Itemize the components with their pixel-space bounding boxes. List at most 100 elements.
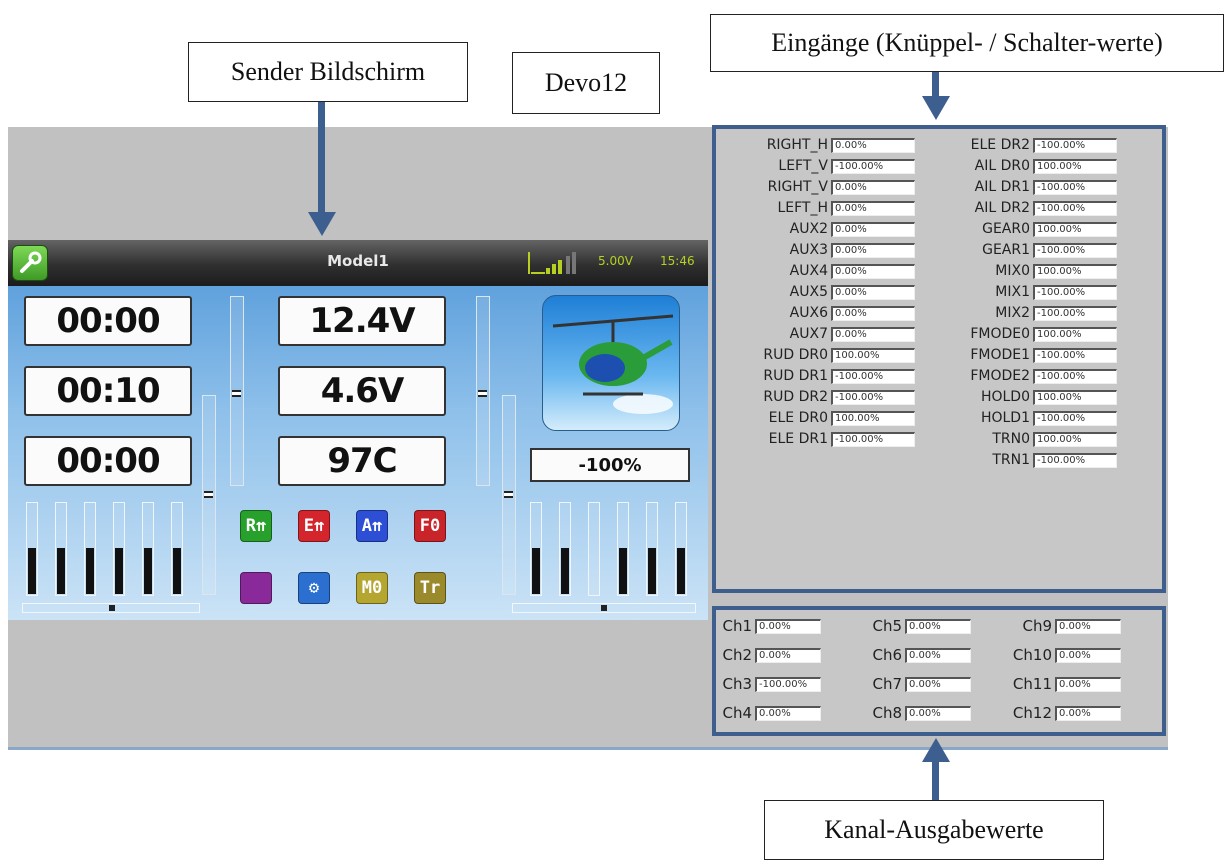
input-row: GEAR0 100.00% — [930, 219, 1117, 239]
battery-voltage: 5.00V — [598, 254, 633, 268]
right-channel-bar-2 — [559, 502, 571, 596]
callout-channel-outputs: Kanal-Ausgabewerte — [764, 800, 1104, 860]
left-channel-bar-3 — [84, 502, 96, 596]
flight-mode-toggle[interactable]: F0 — [414, 510, 446, 542]
callout-sender-screen: Sender Bildschirm — [188, 42, 468, 102]
arrow-inputs-line — [932, 72, 939, 98]
channel-value: 0.00% — [905, 705, 971, 721]
channel-row: Ch7 0.00% — [864, 674, 971, 694]
input-value: -100.00% — [1033, 452, 1117, 468]
input-row: ELE DR2 -100.00% — [930, 135, 1117, 155]
input-label: HOLD0 — [980, 389, 1030, 405]
input-row: GEAR1 -100.00% — [930, 240, 1117, 260]
channel-row: Ch9 0.00% — [1004, 616, 1121, 636]
callout-device-model: Devo12 — [512, 52, 660, 114]
right-channel-bar-fill — [532, 548, 540, 594]
trim-slider-left-outer[interactable] — [202, 395, 216, 595]
left-channel-bar-fill — [173, 548, 181, 594]
input-row: AIL DR1 -100.00% — [930, 177, 1117, 197]
telemetry-voltage-2[interactable]: 4.6V — [278, 366, 446, 416]
channel-row: Ch2 0.00% — [718, 645, 821, 665]
right-channel-bar-3 — [588, 502, 600, 596]
arrow-outputs-head — [922, 738, 950, 762]
input-value: -100.00% — [1033, 137, 1117, 153]
input-row: RUD DR1 -100.00% — [718, 366, 915, 386]
input-value: -100.00% — [1033, 200, 1117, 216]
input-label: RUD DR1 — [763, 368, 828, 384]
right-channel-bar-fill — [677, 548, 685, 594]
channel-value: 0.00% — [1055, 705, 1121, 721]
left-channel-bar-fill — [115, 548, 123, 594]
left-channel-bar-fill — [28, 548, 36, 594]
throttle-percent[interactable]: -100% — [530, 448, 690, 482]
input-row: AUX5 0.00% — [718, 282, 915, 302]
callout-inputs: Eingänge (Knüppel- / Schalter-werte) — [710, 14, 1224, 72]
input-value: 100.00% — [1033, 221, 1117, 237]
trim-slider-right-horizontal[interactable] — [512, 603, 696, 613]
device-screen: Model1 5.00V 15:46 00:00 00:10 00:00 12.… — [8, 240, 708, 620]
trainer-toggle[interactable]: Tr — [414, 572, 446, 604]
input-label: RIGHT_V — [767, 179, 828, 195]
elevator-dr-toggle[interactable]: E⇈ — [298, 510, 330, 542]
input-label: AUX3 — [789, 242, 828, 258]
throttle-hold-toggle[interactable] — [240, 572, 272, 604]
input-label: FMODE1 — [970, 347, 1030, 363]
input-label: ELE DR2 — [970, 137, 1030, 153]
timer-2[interactable]: 00:10 — [24, 366, 192, 416]
channel-label: Ch2 — [722, 646, 752, 664]
input-label: FMODE2 — [970, 368, 1030, 384]
right-channel-bar-fill — [561, 548, 569, 594]
input-row: AUX7 0.00% — [718, 324, 915, 344]
input-value: -100.00% — [1033, 347, 1117, 363]
timer-3[interactable]: 00:00 — [24, 436, 192, 486]
wrench-icon[interactable] — [12, 245, 48, 281]
trim-slider-right-inner[interactable] — [476, 296, 490, 486]
channel-label: Ch1 — [722, 617, 752, 635]
channel-label: Ch9 — [1022, 617, 1052, 635]
channel-row: Ch4 0.00% — [718, 703, 821, 723]
trim-slider-right-outer[interactable] — [502, 395, 516, 595]
input-row: LEFT_H 0.00% — [718, 198, 915, 218]
input-label: RIGHT_H — [766, 137, 828, 153]
trim-slider-left-inner[interactable] — [230, 296, 244, 486]
input-label: ELE DR1 — [768, 431, 828, 447]
channel-value: 0.00% — [755, 705, 821, 721]
trim-slider-left-horizontal[interactable] — [22, 603, 200, 613]
signal-bars-icon — [528, 246, 588, 278]
channel-value: 0.00% — [1055, 647, 1121, 663]
left-channel-bar-fill — [86, 548, 94, 594]
timer-1[interactable]: 00:00 — [24, 296, 192, 346]
left-channel-bar-4 — [113, 502, 125, 596]
model-name[interactable]: Model1 — [298, 252, 418, 270]
input-value: 100.00% — [831, 410, 915, 426]
input-value: 0.00% — [831, 305, 915, 321]
input-label: AUX7 — [789, 326, 828, 342]
mix-toggle[interactable]: M0 — [356, 572, 388, 604]
input-label: RUD DR2 — [763, 389, 828, 405]
channel-outputs-panel: Ch1 0.00% Ch2 0.00% Ch3 -100.00% Ch4 0.00% Ch5 0.… — [712, 606, 1166, 736]
telemetry-temperature[interactable]: 97C — [278, 436, 446, 486]
rudder-dr-toggle[interactable]: R⇈ — [240, 510, 272, 542]
input-row: RIGHT_H 0.00% — [718, 135, 915, 155]
input-row: FMODE1 -100.00% — [930, 345, 1117, 365]
input-row: AIL DR0 100.00% — [930, 156, 1117, 176]
channel-value: 0.00% — [1055, 676, 1121, 692]
input-value: 0.00% — [831, 263, 915, 279]
left-channel-bar-fill — [57, 548, 65, 594]
input-row: LEFT_V -100.00% — [718, 156, 915, 176]
input-label: AUX6 — [789, 305, 828, 321]
input-row: FMODE2 -100.00% — [930, 366, 1117, 386]
input-row: AUX4 0.00% — [718, 261, 915, 281]
input-label: TRN1 — [992, 452, 1030, 468]
input-value: 0.00% — [831, 179, 915, 195]
telemetry-voltage-1[interactable]: 12.4V — [278, 296, 446, 346]
helicopter-model-icon[interactable] — [542, 295, 680, 431]
input-value: 100.00% — [1033, 389, 1117, 405]
settings-gear-toggle[interactable]: ⚙ — [298, 572, 330, 604]
channel-row: Ch8 0.00% — [864, 703, 971, 723]
input-label: AUX5 — [789, 284, 828, 300]
input-row: AUX3 0.00% — [718, 240, 915, 260]
arrow-inputs-head — [922, 96, 950, 120]
aileron-dr-toggle[interactable]: A⇈ — [356, 510, 388, 542]
input-row: TRN0 100.00% — [930, 429, 1117, 449]
